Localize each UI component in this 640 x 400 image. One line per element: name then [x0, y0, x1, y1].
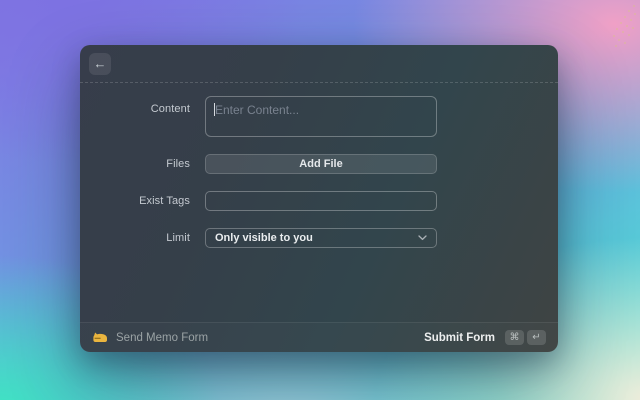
footer-app-title: Send Memo Form [116, 331, 209, 344]
footer-app-info: Send Memo Form [92, 331, 208, 344]
exist-tags-input[interactable] [205, 191, 437, 211]
content-label: Content [150, 103, 190, 115]
back-button[interactable]: ← [89, 53, 111, 75]
text-cursor [214, 103, 215, 116]
footer-actions: Submit Form ⌘ ↵ [424, 330, 546, 345]
command-key-icon: ⌘ [505, 330, 524, 345]
limit-label: Limit [166, 232, 190, 244]
window-header: ← [80, 45, 558, 83]
form-row-files: Files Add File [80, 154, 558, 174]
add-file-button[interactable]: Add File [205, 154, 437, 174]
send-memo-form-window: ← Content Files Add File Exist Tags [80, 45, 558, 352]
return-key-icon: ↵ [527, 330, 546, 345]
submit-form-button[interactable]: Submit Form [424, 332, 495, 344]
window-footer: Send Memo Form Submit Form ⌘ ↵ [80, 322, 558, 352]
form-row-limit: Limit Only visible to you [80, 228, 558, 248]
corner-dots-decoration [613, 5, 636, 47]
shortcut-badges: ⌘ ↵ [505, 330, 546, 345]
files-label: Files [166, 158, 190, 170]
limit-dropdown-value: Only visible to you [215, 232, 313, 244]
desktop: { "window": { "header": { "back_icon": "… [0, 0, 640, 400]
form-row-content: Content [80, 96, 558, 137]
memo-form: Content Files Add File Exist Tags Limit [80, 83, 558, 322]
exist-tags-label: Exist Tags [139, 195, 190, 207]
content-textarea[interactable] [205, 96, 437, 137]
memo-app-icon [93, 332, 107, 342]
chevron-down-icon [418, 235, 427, 241]
form-row-exist-tags: Exist Tags [80, 191, 558, 211]
limit-dropdown[interactable]: Only visible to you [205, 228, 437, 248]
